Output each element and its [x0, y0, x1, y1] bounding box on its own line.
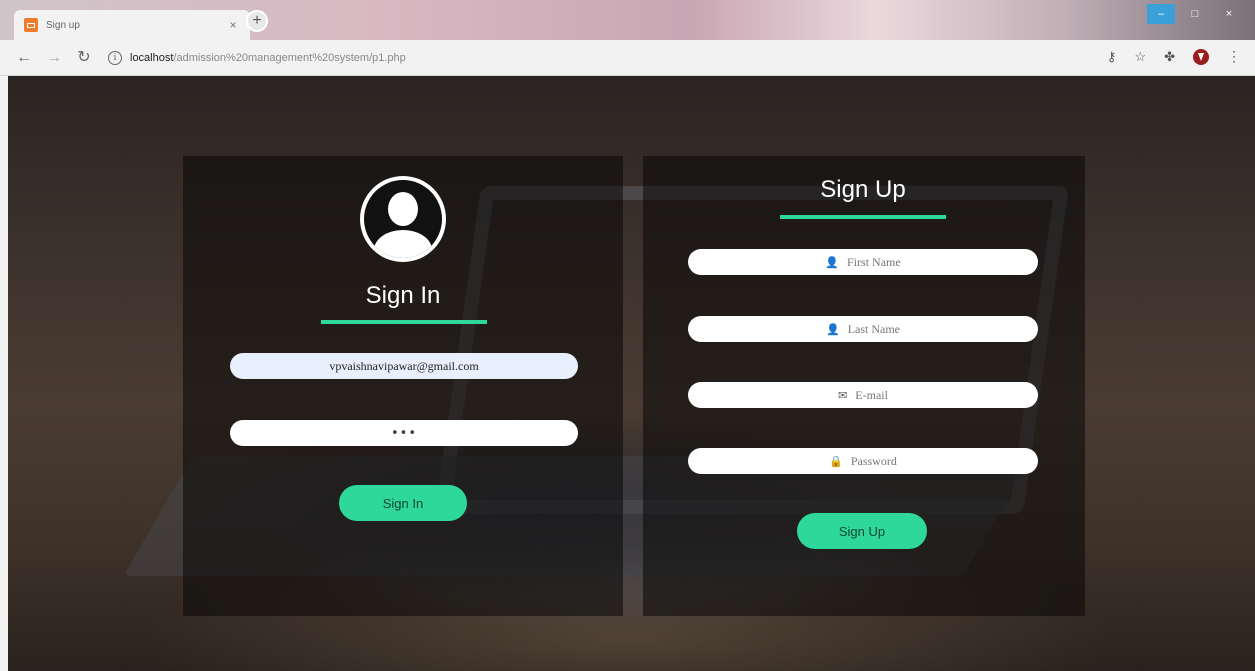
- menu-dots-icon[interactable]: ⋮: [1227, 48, 1241, 65]
- last-name-input[interactable]: 👤 Last Name: [688, 316, 1038, 342]
- maximize-button[interactable]: □: [1181, 4, 1209, 24]
- window-controls: – □ ×: [1147, 4, 1243, 24]
- first-name-input[interactable]: 👤 First Name: [688, 249, 1038, 275]
- toolbar-icons: ⚷ ☆ ✤ ⋮: [1107, 48, 1241, 65]
- reload-icon[interactable]: ↻: [74, 48, 94, 68]
- star-icon[interactable]: ☆: [1134, 49, 1146, 65]
- email-input[interactable]: ✉ E-mail: [688, 382, 1038, 408]
- new-tab-button[interactable]: +: [246, 10, 268, 32]
- last-name-placeholder: Last Name: [847, 321, 900, 336]
- sign-up-underline: [780, 215, 946, 219]
- profile-avatar-icon[interactable]: [1193, 48, 1209, 65]
- envelope-icon: ✉: [838, 388, 848, 402]
- sign-in-panel: Sign In vpvaishnavipawar@gmail.com ••• S…: [183, 156, 623, 616]
- password-input[interactable]: 🔒 Password: [688, 448, 1038, 474]
- sign-up-heading: Sign Up: [820, 176, 906, 203]
- browser-toolbar: ← → ↻ i localhost /admission%20managemen…: [0, 40, 1255, 76]
- sign-in-button[interactable]: Sign In: [339, 485, 467, 521]
- sign-in-password-input[interactable]: •••: [230, 420, 578, 446]
- extension-puzzle-icon[interactable]: ✤: [1164, 49, 1175, 65]
- user-icon: 👤: [825, 322, 840, 336]
- sign-in-underline: [321, 320, 487, 324]
- url-path: /admission%20management%20system/p1.php: [173, 52, 406, 64]
- browser-tab[interactable]: Sign up ×: [14, 10, 250, 40]
- first-name-placeholder: First Name: [847, 254, 901, 269]
- sign-up-panel: Sign Up 👤 First Name 👤 Last Name ✉ E-mai…: [643, 156, 1085, 616]
- url-host: localhost: [130, 52, 174, 64]
- browser-titlebar: Sign up × + – □ ×: [0, 0, 1255, 40]
- user-avatar-icon: [360, 176, 446, 262]
- key-icon[interactable]: ⚷: [1107, 49, 1117, 65]
- sign-up-button[interactable]: Sign Up: [797, 513, 927, 549]
- close-window-button[interactable]: ×: [1215, 4, 1243, 24]
- sign-in-heading: Sign In: [365, 282, 441, 309]
- back-arrow-icon[interactable]: ←: [14, 48, 34, 68]
- info-icon[interactable]: i: [108, 51, 122, 65]
- minimize-button[interactable]: –: [1147, 4, 1175, 24]
- tab-close-icon[interactable]: ×: [226, 18, 240, 32]
- password-placeholder: Password: [850, 453, 897, 468]
- favicon-icon: [24, 18, 38, 32]
- email-placeholder: E-mail: [855, 387, 888, 402]
- tab-title: Sign up: [46, 19, 80, 31]
- sign-in-email-input[interactable]: vpvaishnavipawar@gmail.com: [230, 353, 578, 379]
- forward-arrow-icon[interactable]: →: [44, 48, 64, 68]
- user-icon: 👤: [825, 255, 840, 269]
- page-background: Sign In vpvaishnavipawar@gmail.com ••• S…: [8, 76, 1255, 671]
- address-bar[interactable]: i localhost /admission%20management%20sy…: [108, 46, 1168, 70]
- lock-icon: 🔒: [829, 454, 843, 468]
